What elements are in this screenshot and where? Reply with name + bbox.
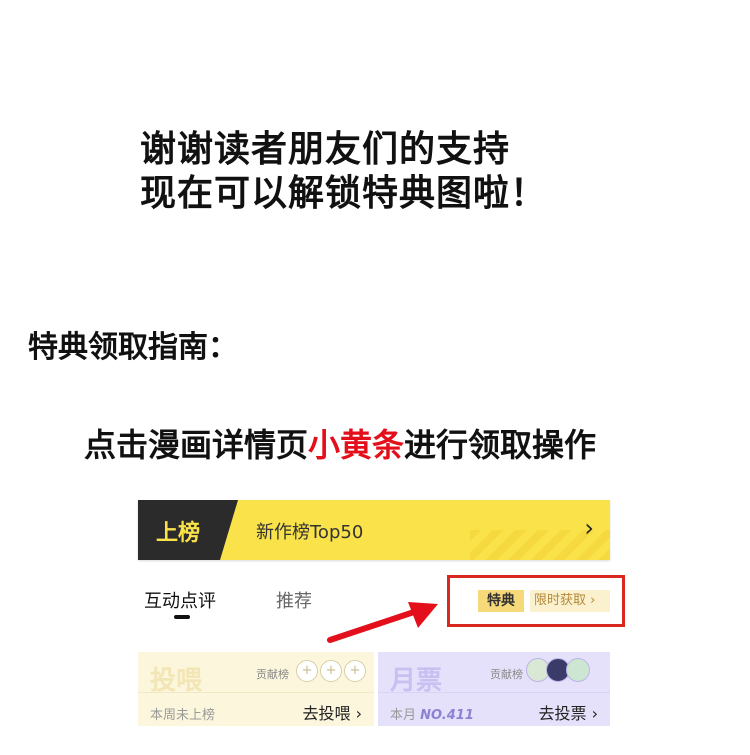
instruction-text-after: 进行领取操作 [404, 426, 597, 464]
divider [378, 692, 610, 693]
feed-contributors: + + + [296, 660, 366, 682]
vote-card[interactable]: 月票 贡献榜 本月 NO.411 去投票 › [378, 652, 610, 726]
feed-card[interactable]: 投喂 贡献榜 + + + 本周未上榜 去投喂 › [138, 652, 374, 726]
plus-icon: + [320, 660, 342, 682]
feed-button[interactable]: 去投喂 › [303, 700, 363, 724]
special-bonus-tag: 特典 [478, 590, 524, 612]
vote-contrib-label: 贡献榜 [490, 668, 523, 681]
ranking-label: 新作榜Top50 [256, 522, 364, 543]
tab-recommend[interactable]: 推荐 [276, 587, 312, 613]
guide-title: 特典领取指南： [28, 330, 238, 365]
instruction-text-before: 点击漫画详情页 [84, 426, 309, 464]
feed-status: 本周未上榜 [150, 708, 216, 723]
divider [138, 692, 374, 693]
vote-button[interactable]: 去投票 › [539, 700, 599, 724]
special-bonus-link[interactable]: 限时获取 › [530, 590, 610, 612]
headline-line-2: 现在可以解锁特典图啦！ [140, 173, 548, 214]
plus-icon: + [296, 660, 318, 682]
headline-line-1: 谢谢读者朋友们的支持 [140, 129, 511, 170]
chevron-right-icon: › [584, 514, 594, 542]
avatar [566, 658, 590, 682]
ranking-badge: 上榜 [138, 500, 238, 560]
feed-contrib-label: 贡献榜 [256, 668, 289, 681]
red-arrow-icon [327, 602, 438, 643]
ranking-badge-label: 上榜 [156, 521, 201, 546]
headline: 谢谢读者朋友们的支持 现在可以解锁特典图啦！ [140, 128, 547, 216]
vote-contributors [526, 658, 590, 682]
tab-comments[interactable]: 互动点评 [144, 587, 216, 613]
vote-rank: NO.411 [420, 708, 474, 723]
special-bonus-highlight-box[interactable]: 特典 限时获取 › [447, 575, 625, 627]
ranking-banner[interactable]: 上榜 新作榜Top50 › [138, 500, 610, 560]
instruction-highlight: 小黄条 [308, 426, 405, 464]
instruction: 点击漫画详情页小黄条进行领取操作 [84, 420, 596, 466]
vote-status: 本月 NO.411 [390, 704, 474, 723]
plus-icon: + [344, 660, 366, 682]
vote-status-prefix: 本月 [390, 708, 421, 723]
active-tab-indicator [174, 615, 190, 619]
